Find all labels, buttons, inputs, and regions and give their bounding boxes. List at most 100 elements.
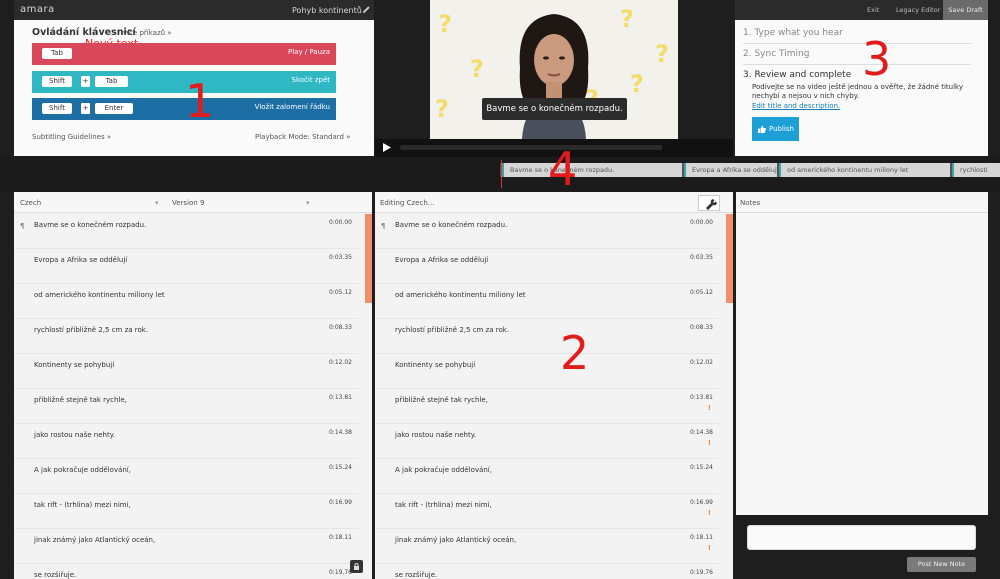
- subtitle-row[interactable]: A jak pokračuje oddělování, 0:15.24: [14, 459, 358, 494]
- exit-button[interactable]: Exit: [867, 6, 879, 14]
- subtitle-row[interactable]: se rozšiřuje. 0:19.76: [14, 564, 358, 579]
- more-commands-link[interactable]: více příkazů »: [123, 29, 172, 37]
- step-sync-timing[interactable]: 2. Sync Timing: [743, 49, 809, 59]
- subtitle-row[interactable]: od amerického kontinentu miliony let 0:05…: [375, 284, 719, 319]
- pilcrow-icon[interactable]: ¶: [381, 222, 385, 230]
- subtitle-text[interactable]: Bavme se o konečném rozpadu.: [34, 221, 146, 229]
- subtitle-row[interactable]: A jak pokračuje oddělování, 0:15.24: [375, 459, 719, 494]
- subtitle-text[interactable]: přibližně stejně tak rychle,: [395, 396, 488, 404]
- timeline-segment[interactable]: Bavme se o konečném rozpadu.: [502, 163, 682, 177]
- subtitle-text[interactable]: Bavme se o konečném rozpadu.: [395, 221, 507, 229]
- subtitle-text[interactable]: se rozšiřuje.: [34, 571, 76, 579]
- subtitle-text[interactable]: jako rostou naše nehty.: [395, 431, 476, 439]
- subtitle-timestamp: 0:08.33: [328, 324, 352, 331]
- subtitle-row[interactable]: se rozšiřuje. 0:19.76: [375, 564, 719, 579]
- subtitle-row[interactable]: Kontinenty se pohybují 0:12.02: [14, 354, 358, 389]
- subtitle-row[interactable]: ¶ Bavme se o konečném rozpadu. 0:00.00: [14, 214, 358, 249]
- subtitle-text[interactable]: Kontinenty se pohybují: [395, 361, 475, 369]
- subtitle-text[interactable]: jako rostou naše nehty.: [34, 431, 115, 439]
- chevron-down-icon[interactable]: ▾: [155, 199, 159, 207]
- subtitle-row[interactable]: Kontinenty se pohybují 0:12.02: [375, 354, 719, 389]
- subtitle-text[interactable]: přibližně stejně tak rychle,: [34, 396, 127, 404]
- subtitle-row[interactable]: rychlostí přibližně 2,5 cm za rok. 0:08.3…: [14, 319, 358, 354]
- step-divider: [743, 64, 971, 65]
- subtitle-timestamp: 0:16.99: [689, 499, 713, 506]
- legacy-editor-button[interactable]: Legacy Editor: [896, 6, 940, 14]
- timeline-segment[interactable]: rychlosti: [952, 163, 1000, 177]
- timeline-segment[interactable]: od amerického kontinentu miliony let: [779, 163, 950, 177]
- reference-language-select[interactable]: Czech: [20, 199, 41, 207]
- lock-icon[interactable]: [350, 560, 363, 573]
- play-icon[interactable]: [383, 143, 391, 152]
- key-label: Tab: [42, 48, 72, 59]
- subtitle-row[interactable]: rychlostí přibližně 2,5 cm za rok. 0:08.3…: [375, 319, 719, 354]
- edit-title-link[interactable]: Edit title and description.: [752, 102, 840, 110]
- warning-icon: !: [707, 544, 711, 552]
- subtitle-row[interactable]: Evropa a Afrika se oddělují 0:03.35: [14, 249, 358, 284]
- warning-icon: !: [707, 509, 711, 517]
- pencil-icon[interactable]: [362, 5, 371, 14]
- subtitle-timestamp: 0:05.12: [689, 289, 713, 296]
- subtitle-text[interactable]: od amerického kontinentu miliony let: [395, 291, 526, 299]
- post-note-button[interactable]: Post New Note: [907, 557, 976, 572]
- subtitle-row[interactable]: jako rostou naše nehty. 0:14.38: [14, 424, 358, 459]
- chevron-down-icon[interactable]: ▾: [306, 199, 310, 207]
- subtitle-text[interactable]: tak rift - (trhlina) mezi nimi,: [34, 501, 131, 509]
- subtitle-text[interactable]: A jak pokračuje oddělování,: [395, 466, 492, 474]
- subtitle-timestamp: 0:14.38: [328, 429, 352, 436]
- note-input[interactable]: [747, 525, 976, 550]
- shortcut-label: Skočit zpět: [291, 76, 330, 84]
- subtitle-text[interactable]: jinak známý jako Atlantický oceán,: [395, 536, 516, 544]
- subtitle-text[interactable]: se rozšiřuje.: [395, 571, 437, 579]
- subtitle-timestamp: 0:13.81: [689, 394, 713, 401]
- notes-title: Notes: [740, 199, 761, 207]
- subtitle-row[interactable]: od amerického kontinentu miliony let 0:05…: [14, 284, 358, 319]
- reference-header: Czech ▾ Version 9 ▾: [14, 192, 372, 213]
- subtitle-text[interactable]: Kontinenty se pohybují: [34, 361, 114, 369]
- subtitle-row[interactable]: tak rift - (trhlina) mezi nimi, 0:16.99: [14, 494, 358, 529]
- notes-column: Notes: [736, 192, 988, 515]
- timeline-playhead[interactable]: [501, 160, 502, 188]
- warning-icon: !: [707, 404, 711, 412]
- annotation-number-4: 4: [548, 142, 578, 196]
- subtitle-row[interactable]: jinak známý jako Atlantický oceán, 0:18.1…: [375, 529, 719, 564]
- subtitle-text[interactable]: A jak pokračuje oddělování,: [34, 466, 131, 474]
- timeline-segment[interactable]: Evropa a Afrika se oddělují: [684, 163, 777, 177]
- tools-button[interactable]: [698, 195, 720, 211]
- key-label: Shift: [42, 103, 72, 114]
- key-plus: +: [81, 76, 90, 87]
- subtitle-row[interactable]: přibližně stejně tak rychle, 0:13.81!: [375, 389, 719, 424]
- step-review-and-complete[interactable]: 3. Review and complete: [743, 70, 851, 80]
- subtitle-row[interactable]: ¶ Bavme se o konečném rozpadu. 0:00.00: [375, 214, 719, 249]
- annotation-number-1: 1: [185, 74, 215, 128]
- subtitle-row[interactable]: jako rostou naše nehty. 0:14.38!: [375, 424, 719, 459]
- subtitle-row[interactable]: tak rift - (trhlina) mezi nimi, 0:16.99!: [375, 494, 719, 529]
- shortcut-label: Vložit zalomení řádku: [254, 103, 330, 111]
- step-divider: [743, 43, 971, 44]
- reference-sync-bar: [365, 214, 372, 303]
- thumbs-up-icon: [758, 125, 766, 133]
- subtitle-row[interactable]: přibližně stejně tak rychle, 0:13.81: [14, 389, 358, 424]
- subtitle-row[interactable]: jinak známý jako Atlantický oceán, 0:18.1…: [14, 529, 358, 564]
- video-subtitle-overlay: Bavme se o konečném rozpadu.: [482, 98, 627, 120]
- subtitling-guidelines-link[interactable]: Subtitling Guidelines »: [32, 133, 111, 141]
- video-scrubber[interactable]: [400, 145, 662, 150]
- subtitle-text[interactable]: jinak známý jako Atlantický oceán,: [34, 536, 155, 544]
- save-draft-button[interactable]: Save Draft: [943, 0, 988, 20]
- subtitle-text[interactable]: rychlostí přibližně 2,5 cm za rok.: [395, 326, 509, 334]
- subtitle-text[interactable]: rychlostí přibližně 2,5 cm za rok.: [34, 326, 148, 334]
- playback-mode-link[interactable]: Playback Mode: Standard »: [255, 133, 350, 141]
- reference-version-select[interactable]: Version 9: [172, 199, 204, 207]
- subtitle-text[interactable]: tak rift - (trhlina) mezi nimi,: [395, 501, 492, 509]
- subtitle-text[interactable]: od amerického kontinentu miliony let: [34, 291, 165, 299]
- subtitle-text[interactable]: Evropa a Afrika se oddělují: [395, 256, 488, 264]
- pilcrow-icon[interactable]: ¶: [20, 222, 24, 230]
- amara-logo[interactable]: amara: [20, 4, 55, 15]
- subtitle-timestamp: 0:19.76: [689, 569, 713, 576]
- step-type-what-you-hear[interactable]: 1. Type what you hear: [743, 28, 843, 38]
- subtitle-row[interactable]: Evropa a Afrika se oddělují 0:03.35: [375, 249, 719, 284]
- warning-icon: !: [707, 439, 711, 447]
- subtitle-text[interactable]: Evropa a Afrika se oddělují: [34, 256, 127, 264]
- shortcut-play-pause: Tab Play / Pauza: [32, 43, 336, 65]
- editing-language-label: Editing Czech...: [380, 199, 435, 207]
